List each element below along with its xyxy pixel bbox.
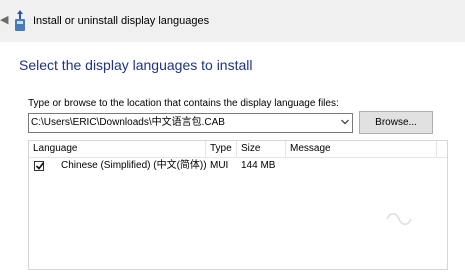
column-header-type[interactable]: Type — [206, 141, 236, 157]
language-size: 144 MB — [241, 160, 276, 171]
language-type: MUI — [210, 160, 229, 171]
title-bar: ◀ Install or uninstall display languages — [0, 0, 465, 42]
window-title: Install or uninstall display languages — [33, 15, 210, 27]
language-checkbox[interactable] — [34, 161, 45, 171]
list-item[interactable]: Chinese (Simplified) (中文(简体)) MUI 144 MB — [29, 158, 447, 174]
list-header: Language Type Size Message — [29, 141, 447, 158]
column-divider[interactable] — [436, 141, 437, 157]
column-header-size[interactable]: Size — [237, 141, 285, 157]
path-label: Type or browse to the location that cont… — [28, 98, 339, 109]
language-name: Chinese (Simplified) (中文(简体)) — [61, 160, 207, 171]
path-combobox[interactable] — [28, 113, 353, 133]
page-heading: Select the display languages to install — [19, 57, 253, 73]
path-input[interactable] — [31, 114, 331, 132]
checkmark-icon — [35, 162, 45, 170]
browse-button[interactable]: Browse... — [359, 111, 433, 134]
language-list[interactable]: Language Type Size Message Chinese (Simp… — [28, 140, 448, 270]
column-header-message[interactable]: Message — [286, 141, 436, 157]
column-header-language[interactable]: Language — [29, 141, 205, 157]
dropdown-arrow-icon[interactable] — [341, 119, 349, 125]
back-arrow-icon[interactable]: ◀ — [0, 12, 8, 28]
watermark-logo-icon — [386, 213, 412, 225]
language-pack-icon — [15, 10, 25, 31]
